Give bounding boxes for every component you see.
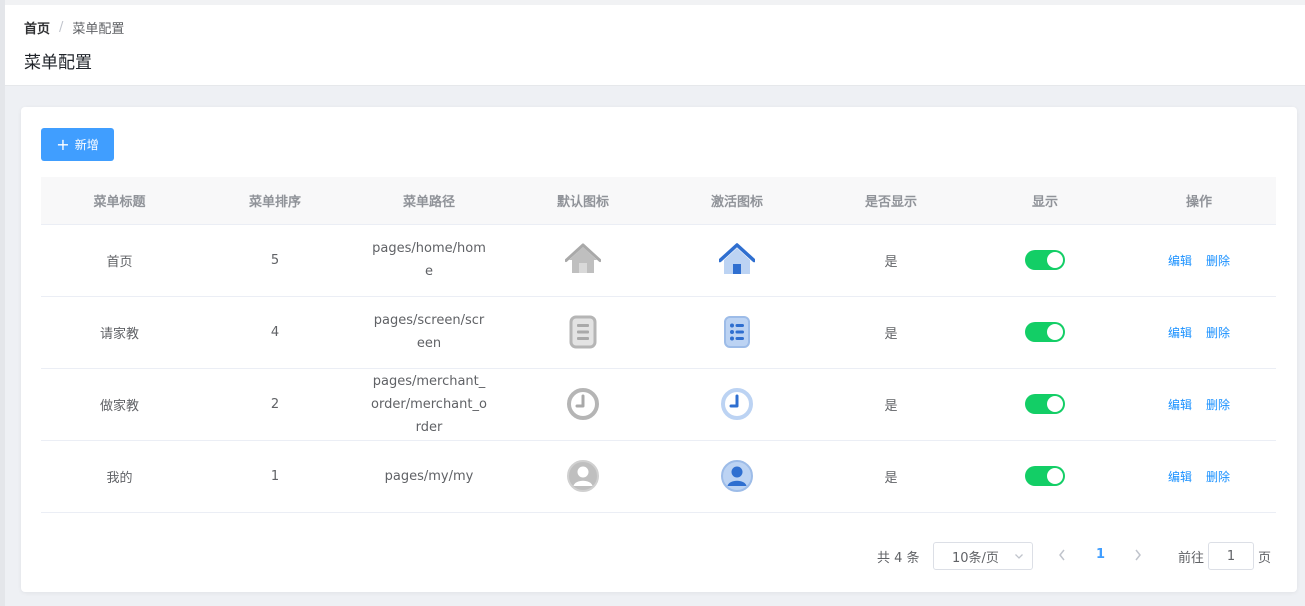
cell-actions: 编辑 删除 (1122, 440, 1276, 513)
home-icon (565, 243, 601, 273)
column-header-title: 菜单标题 (41, 177, 198, 225)
menu-table: 菜单标题 菜单排序 菜单路径 默认图标 激活图标 是否显示 显示 操作 首页 5… (41, 177, 1276, 513)
breadcrumb-separator: / (59, 20, 64, 35)
edit-link[interactable]: 编辑 (1168, 326, 1192, 340)
table-header-row: 菜单标题 菜单排序 菜单路径 默认图标 激活图标 是否显示 显示 操作 (41, 177, 1276, 225)
column-header-actions: 操作 (1122, 177, 1276, 225)
cell-order: 1 (198, 440, 352, 513)
cell-default-icon (506, 368, 660, 441)
cell-visible: 是 (814, 224, 968, 297)
home-icon (719, 243, 755, 274)
table-row: 做家教 2 pages/merchant_order/merchant_orde… (41, 368, 1276, 441)
cell-visible: 是 (814, 440, 968, 513)
page-size-select[interactable]: 10条/页 (933, 542, 1033, 570)
toggle-knob (1047, 252, 1063, 268)
cell-path: pages/home/home (352, 224, 506, 297)
cell-title: 首页 (41, 224, 198, 297)
display-toggle[interactable] (1025, 250, 1065, 270)
delete-link[interactable]: 删除 (1206, 326, 1230, 340)
cell-visible: 是 (814, 296, 968, 369)
cell-path: pages/my/my (352, 440, 506, 513)
edit-link[interactable]: 编辑 (1168, 398, 1192, 412)
chevron-down-icon (1015, 554, 1023, 559)
column-header-display: 显示 (968, 177, 1122, 225)
cell-default-icon (506, 296, 660, 369)
goto-suffix: 页 (1258, 551, 1272, 566)
toggle-knob (1047, 396, 1063, 412)
page-title: 菜单配置 (24, 53, 92, 73)
left-strip (0, 0, 5, 606)
content-card: + 新增 菜单标题 菜单排序 菜单路径 默认图标 激活图标 是否显示 显示 操作… (21, 107, 1297, 592)
plus-icon: + (56, 134, 70, 154)
cell-switch (968, 440, 1122, 513)
add-button[interactable]: + 新增 (41, 128, 114, 161)
column-header-default-icon: 默认图标 (506, 177, 660, 225)
user-icon (567, 460, 599, 492)
display-toggle[interactable] (1025, 394, 1065, 414)
table-row: 首页 5 pages/home/home 是 编辑 删除 (41, 224, 1276, 297)
display-toggle[interactable] (1025, 322, 1065, 342)
cell-active-icon (660, 296, 814, 369)
page-size-value: 10条/页 (952, 550, 999, 566)
cell-actions: 编辑 删除 (1122, 368, 1276, 441)
breadcrumb: 首页 / 菜单配置 (24, 18, 124, 37)
clock-icon (721, 388, 753, 420)
delete-link[interactable]: 删除 (1206, 470, 1230, 484)
chevron-left-icon[interactable] (1056, 547, 1068, 563)
cell-path: pages/screen/screen (352, 296, 506, 369)
cell-default-icon (506, 440, 660, 513)
add-button-label: 新增 (74, 138, 99, 152)
cell-actions: 编辑 删除 (1122, 224, 1276, 297)
table-row: 请家教 4 pages/screen/screen 是 编辑 删除 (41, 296, 1276, 369)
pagination: 共 4 条 10条/页 1 前往 页 (21, 541, 1297, 571)
pagination-total: 共 4 条 (877, 551, 920, 566)
page-number-active[interactable]: 1 (1096, 547, 1105, 562)
cell-active-icon (660, 224, 814, 297)
list-icon (569, 315, 597, 349)
cell-title: 做家教 (41, 368, 198, 441)
cell-actions: 编辑 删除 (1122, 296, 1276, 369)
cell-order: 4 (198, 296, 352, 369)
goto-page-input[interactable] (1208, 542, 1254, 570)
column-header-active-icon: 激活图标 (660, 177, 814, 225)
toggle-knob (1047, 468, 1063, 484)
cell-order: 5 (198, 224, 352, 297)
column-header-order: 菜单排序 (198, 177, 352, 225)
cell-switch (968, 368, 1122, 441)
display-toggle[interactable] (1025, 466, 1065, 486)
cell-title: 请家教 (41, 296, 198, 369)
cell-visible: 是 (814, 368, 968, 441)
cell-active-icon (660, 368, 814, 441)
cell-switch (968, 224, 1122, 297)
column-header-path: 菜单路径 (352, 177, 506, 225)
cell-order: 2 (198, 368, 352, 441)
breadcrumb-home[interactable]: 首页 (24, 18, 50, 37)
edit-link[interactable]: 编辑 (1168, 470, 1192, 484)
goto-label: 前往 (1178, 551, 1205, 566)
clock-icon (567, 388, 599, 420)
toggle-knob (1047, 324, 1063, 340)
cell-active-icon (660, 440, 814, 513)
breadcrumb-current: 菜单配置 (72, 22, 125, 37)
delete-link[interactable]: 删除 (1206, 254, 1230, 268)
cell-default-icon (506, 224, 660, 297)
edit-link[interactable]: 编辑 (1168, 254, 1192, 268)
list-icon (724, 316, 750, 348)
column-header-visible: 是否显示 (814, 177, 968, 225)
cell-title: 我的 (41, 440, 198, 513)
cell-switch (968, 296, 1122, 369)
user-icon (721, 460, 753, 492)
table-row: 我的 1 pages/my/my 是 编辑 删除 (41, 440, 1276, 513)
delete-link[interactable]: 删除 (1206, 398, 1230, 412)
page-header: 首页 / 菜单配置 菜单配置 (5, 5, 1305, 86)
chevron-right-icon[interactable] (1132, 547, 1144, 563)
cell-path: pages/merchant_order/merchant_order (352, 368, 506, 441)
